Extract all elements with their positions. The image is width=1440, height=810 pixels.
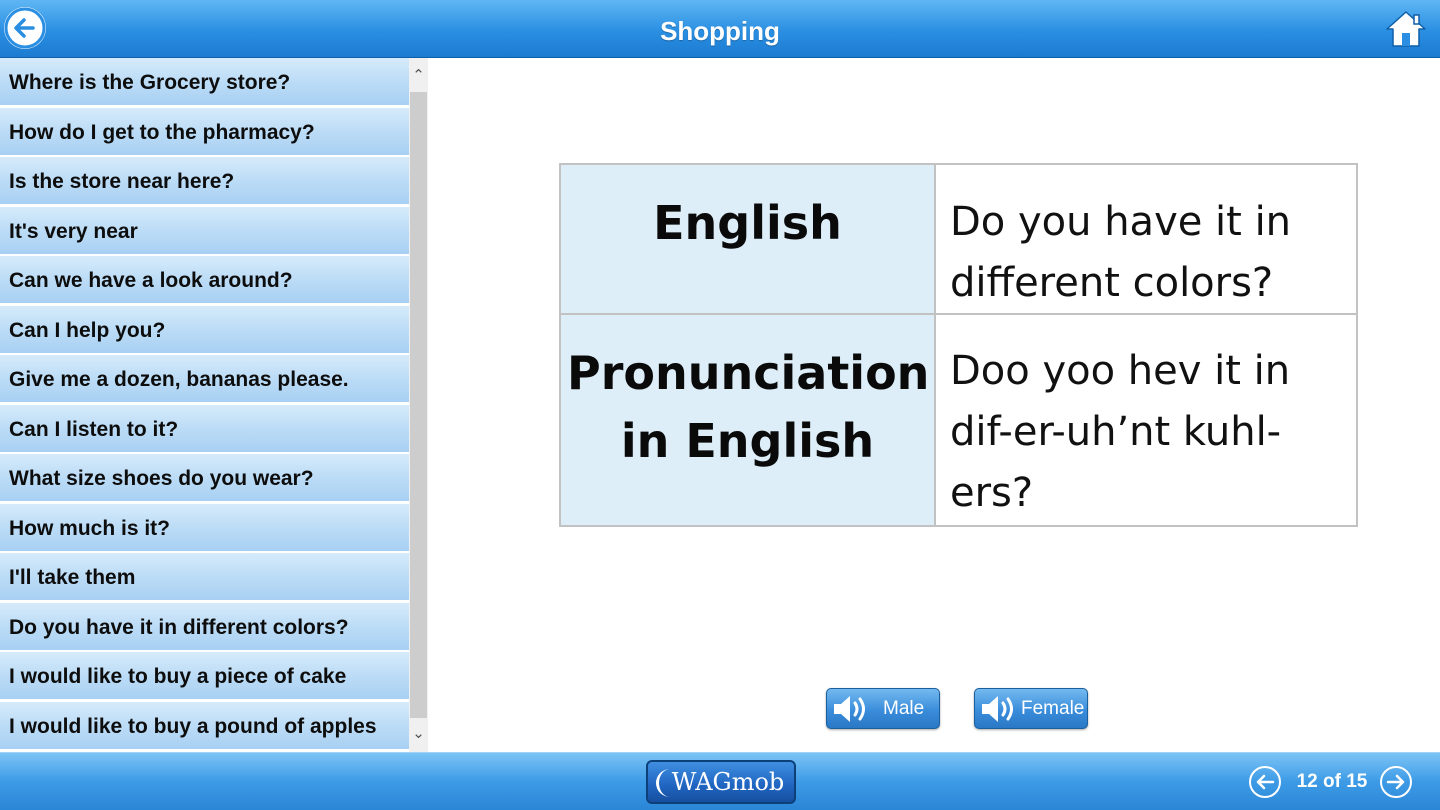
male-audio-button[interactable]: Male xyxy=(826,688,940,729)
phrase-list: Where is the Grocery store? How do I get… xyxy=(0,58,428,752)
list-item[interactable]: Can we have a look around? xyxy=(0,256,409,304)
list-item[interactable]: Do you have it in different colors? xyxy=(0,602,409,651)
female-audio-button[interactable]: Female xyxy=(974,688,1088,729)
list-item[interactable]: It's very near xyxy=(0,206,409,255)
female-label: Female xyxy=(1021,698,1085,719)
english-value: Do you have it in different colors? xyxy=(936,165,1356,315)
pronunciation-value: Doo yoo hev it in dif-er-uh’nt kuhl-ers? xyxy=(936,315,1356,525)
list-item[interactable]: Can I listen to it? xyxy=(0,404,409,453)
page-title: Shopping xyxy=(660,16,780,46)
list-item[interactable]: Can I help you? xyxy=(0,305,409,354)
list-scrollbar[interactable]: ⌃ ⌄ xyxy=(409,58,428,752)
chevron-up-icon[interactable]: ⌃ xyxy=(409,60,428,92)
next-page-button[interactable] xyxy=(1380,766,1412,798)
home-icon xyxy=(1386,11,1426,47)
arrow-left-circle-icon xyxy=(1256,774,1275,790)
chevron-down-icon[interactable]: ⌄ xyxy=(409,718,428,750)
phrase-table: English Do you have it in different colo… xyxy=(559,163,1358,527)
list-item[interactable]: Where is the Grocery store? xyxy=(0,58,409,106)
speaker-icon xyxy=(834,696,865,722)
list-item[interactable]: Give me a dozen, bananas please. xyxy=(0,355,409,403)
prev-page-button[interactable] xyxy=(1249,766,1281,798)
speaker-icon xyxy=(982,696,1013,722)
header-bar: Shopping xyxy=(0,0,1440,58)
page-counter: 12 of 15 xyxy=(1296,771,1368,792)
home-button[interactable] xyxy=(1384,9,1428,49)
list-item[interactable]: How much is it? xyxy=(0,503,409,552)
arrow-right-circle-icon xyxy=(1386,774,1405,790)
male-label: Male xyxy=(883,698,925,719)
list-item[interactable]: What size shoes do you wear? xyxy=(0,454,409,502)
footer-bar: WAGmob 12 of 15 xyxy=(0,752,1440,810)
pronunciation-label: Pronunciation in English xyxy=(561,315,936,525)
wagmob-logo-button[interactable]: WAGmob xyxy=(646,760,796,804)
brand-text: WAGmob xyxy=(671,768,785,796)
list-item[interactable]: I'll take them xyxy=(0,553,409,601)
scrollbar-thumb[interactable] xyxy=(410,92,427,718)
list-item[interactable]: Is the store near here? xyxy=(0,157,409,205)
moon-icon xyxy=(656,769,670,797)
list-item[interactable]: How do I get to the pharmacy? xyxy=(0,107,409,156)
list-item[interactable]: I would like to buy a piece of cake xyxy=(0,652,409,700)
english-label: English xyxy=(561,165,936,315)
list-item[interactable]: I would like to buy a pound of apples xyxy=(0,701,409,750)
